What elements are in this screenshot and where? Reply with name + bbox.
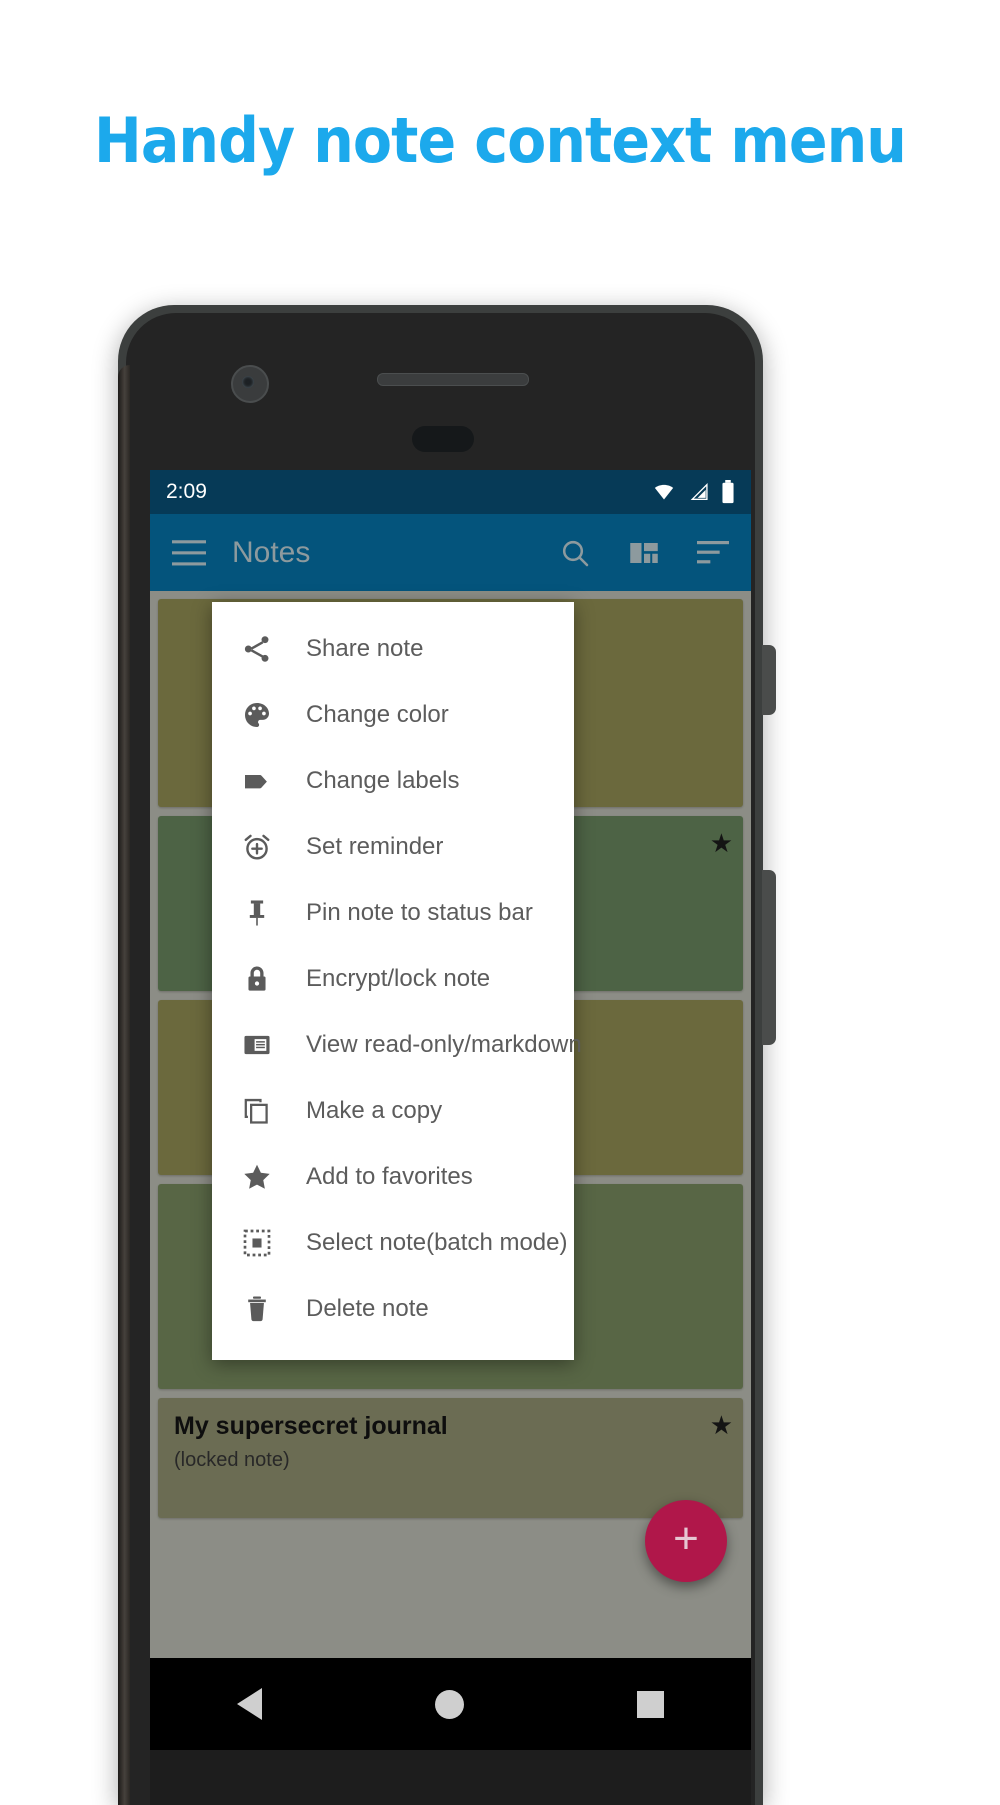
menu-item-share-note[interactable]: Share note: [212, 616, 574, 682]
palette-icon: [240, 698, 274, 732]
article-icon: [240, 1028, 274, 1062]
menu-item-delete-note[interactable]: Delete note: [212, 1276, 574, 1342]
sensor-pill: [412, 426, 474, 452]
status-bar-icons: [651, 480, 735, 504]
phone-left-edge: [118, 365, 130, 1805]
earpiece-speaker: [377, 373, 529, 386]
select-box-icon: [240, 1226, 274, 1260]
alarm-add-icon: [240, 830, 274, 864]
menu-item-select-note-batch-mode[interactable]: Select note(batch mode): [212, 1210, 574, 1276]
status-bar-clock: 2:09: [166, 480, 207, 503]
signal-icon: [690, 483, 708, 500]
menu-item-label: Encrypt/lock note: [306, 965, 491, 992]
note-card-supersecret-journal[interactable]: ★ My supersecret journal (locked note): [158, 1398, 743, 1518]
status-bar: 2:09: [150, 470, 751, 514]
add-note-fab[interactable]: +: [645, 1500, 727, 1582]
lock-icon: [240, 962, 274, 996]
front-camera-icon: [231, 365, 269, 403]
home-button-icon[interactable]: [434, 1689, 464, 1719]
menu-item-add-to-favorites[interactable]: Add to favorites: [212, 1144, 574, 1210]
volume-button[interactable]: [762, 870, 776, 1045]
menu-item-view-readonly-markdown[interactable]: View read-only/markdown: [212, 1012, 582, 1078]
menu-item-label: Change color: [306, 701, 449, 728]
sort-icon[interactable]: [697, 540, 729, 566]
pin-icon: [240, 896, 274, 930]
star-icon: ★: [709, 1410, 733, 1440]
menu-item-label: Select note(batch mode): [306, 1229, 568, 1256]
menu-item-label: Add to favorites: [306, 1163, 473, 1190]
note-body: (locked note): [174, 1449, 290, 1471]
menu-item-label: Share note: [306, 635, 424, 662]
search-icon[interactable]: [559, 537, 591, 569]
menu-item-make-a-copy[interactable]: Make a copy: [212, 1078, 574, 1144]
app-bar-actions: [559, 537, 729, 569]
menu-item-change-labels[interactable]: Change labels: [212, 748, 574, 814]
copy-icon: [240, 1094, 274, 1128]
phone-bottom-fill: [150, 1750, 751, 1805]
menu-item-label: View read-only/markdown: [306, 1031, 582, 1058]
menu-item-label: Change labels: [306, 767, 460, 794]
power-button[interactable]: [762, 645, 776, 715]
star-icon: [240, 1160, 274, 1194]
phone-frame: 2:09 Notes ★ ★ My supersecret journal (l…: [118, 305, 763, 1805]
phone-bezel: 2:09 Notes ★ ★ My supersecret journal (l…: [126, 313, 755, 1805]
hamburger-menu-icon[interactable]: [172, 539, 206, 566]
phone-screen: 2:09 Notes ★ ★ My supersecret journal (l…: [150, 470, 751, 1658]
star-icon: ★: [709, 828, 733, 858]
menu-item-label: Make a copy: [306, 1097, 443, 1124]
battery-icon: [722, 480, 734, 504]
app-bar: Notes: [150, 514, 751, 591]
menu-item-encrypt-lock-note[interactable]: Encrypt/lock note: [212, 946, 574, 1012]
menu-item-label: Delete note: [306, 1295, 429, 1322]
note-title: My supersecret journal: [174, 1412, 448, 1440]
tag-icon: [240, 764, 274, 798]
wifi-icon: [654, 484, 674, 500]
menu-item-set-reminder[interactable]: Set reminder: [212, 814, 574, 880]
android-navigation-bar: [150, 1658, 751, 1750]
plus-icon: +: [673, 1514, 699, 1563]
menu-item-label: Pin note to status bar: [306, 899, 533, 926]
share-icon: [240, 632, 274, 666]
page-title: Handy note context menu: [94, 104, 907, 177]
menu-item-pin-note[interactable]: Pin note to status bar: [212, 880, 574, 946]
trash-icon: [240, 1292, 274, 1326]
app-bar-title: Notes: [232, 535, 311, 569]
menu-item-label: Set reminder: [306, 833, 444, 860]
recents-button-icon[interactable]: [637, 1690, 665, 1718]
back-button-icon[interactable]: [236, 1688, 262, 1720]
note-context-menu: Share note Change color Change labels Se…: [212, 602, 582, 1360]
layout-grid-icon[interactable]: [629, 538, 659, 568]
menu-item-change-color[interactable]: Change color: [212, 682, 574, 748]
